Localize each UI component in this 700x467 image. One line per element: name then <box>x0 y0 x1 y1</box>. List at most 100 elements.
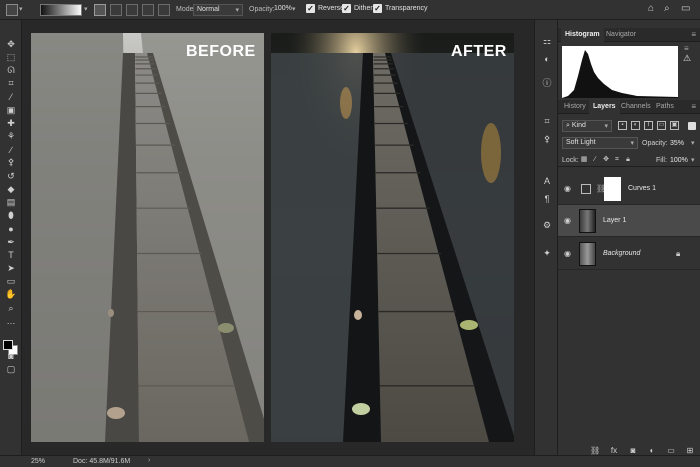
foreground-color-swatch[interactable] <box>3 340 13 350</box>
tab-channels[interactable]: Channels <box>617 100 655 114</box>
chevron-down-icon[interactable]: ▾ <box>292 5 296 13</box>
layer-kind-select[interactable]: ⌕ Kind ▾ <box>562 120 612 132</box>
blur-tool-icon[interactable]: ⬮ <box>4 210 18 222</box>
dodge-tool-icon[interactable]: ● <box>4 223 18 235</box>
histogram-menu-icon[interactable]: ≡ <box>684 44 689 53</box>
gradient-radial-icon[interactable] <box>110 4 122 16</box>
search-icon[interactable]: ⌕ <box>664 3 670 14</box>
visibility-eye-icon[interactable]: ◉ <box>564 184 571 193</box>
layer-name[interactable]: Background <box>603 250 640 257</box>
gradient-diamond-icon[interactable] <box>158 4 170 16</box>
quick-mask-icon[interactable]: ◙ <box>4 350 18 362</box>
lock-label: Lock: <box>562 157 579 164</box>
pixel-filter-icon[interactable]: ▪ <box>618 121 627 130</box>
crop-tool-icon[interactable]: ⌗ <box>4 78 18 90</box>
new-group-icon[interactable]: ▭ <box>666 446 676 455</box>
layer-opacity-input[interactable]: 35% <box>670 140 684 147</box>
new-adjustment-icon[interactable]: ◐ <box>647 446 657 455</box>
tab-history[interactable]: History <box>560 100 590 114</box>
eyedropper-tool-icon[interactable]: ⁄ <box>4 91 18 103</box>
path-select-icon[interactable]: ➤ <box>4 262 18 274</box>
transparency-checkbox[interactable]: ✓ Transparency <box>373 4 428 13</box>
paragraph-icon[interactable]: ¶ <box>540 194 554 206</box>
zoom-level[interactable]: 25% <box>31 458 45 465</box>
dither-checkbox[interactable]: ✓ Dither <box>342 4 373 13</box>
fx-icon[interactable]: fx <box>609 446 619 455</box>
add-mask-icon[interactable]: ◙ <box>628 446 638 455</box>
tab-paths[interactable]: Paths <box>652 100 678 114</box>
warning-icon[interactable]: ⚠ <box>683 53 691 64</box>
gradient-reflected-icon[interactable] <box>142 4 154 16</box>
learn-icon[interactable]: ✦ <box>540 248 554 260</box>
lock-pixels-icon[interactable]: ∕ <box>591 156 599 164</box>
gradient-linear-icon[interactable] <box>94 4 106 16</box>
mode-select[interactable]: Normal ▾ <box>193 4 243 16</box>
gradient-picker[interactable] <box>40 4 82 16</box>
filter-toggle[interactable] <box>688 122 696 130</box>
fill-input[interactable]: 100% <box>670 157 688 164</box>
layer-name[interactable]: Curves 1 <box>628 185 656 192</box>
kind-label: Kind <box>571 122 586 129</box>
panel-icon-strip: ⚏ ◐ ⓘ ⌗ ⚴ A ¶ ⚙ ✦ <box>534 20 558 455</box>
info-icon[interactable]: ⓘ <box>540 76 554 88</box>
screen-mode-icon[interactable]: ▢ <box>4 364 18 376</box>
adjustments-icon[interactable]: ◐ <box>540 54 554 66</box>
lasso-tool-icon[interactable]: ᘏ <box>4 64 18 76</box>
lock-all-icon[interactable]: 🔒︎ <box>624 156 632 164</box>
smart-object-filter-icon[interactable]: ▣ <box>670 121 679 130</box>
shape-tool-icon[interactable]: ▭ <box>4 276 18 288</box>
chevron-down-icon[interactable]: ▾ <box>84 5 88 13</box>
layer-row-background[interactable]: ◉ Background 🔒︎ <box>558 238 700 270</box>
shape-filter-icon[interactable]: ▭ <box>657 121 666 130</box>
more-tools-icon[interactable]: … <box>4 315 18 327</box>
lock-position-icon[interactable]: ✥ <box>602 156 610 164</box>
tab-navigator[interactable]: Navigator <box>602 28 640 42</box>
move-tool-icon[interactable]: ✥ <box>4 38 18 50</box>
brush-settings-icon[interactable]: ⌗ <box>540 116 554 128</box>
adjustment-filter-icon[interactable]: ◐ <box>631 121 640 130</box>
character-icon[interactable]: A <box>540 176 554 188</box>
properties-icon[interactable]: ⚙ <box>540 220 554 232</box>
frame-tool-icon[interactable]: ▣ <box>4 104 18 116</box>
lock-artboard-icon[interactable]: ⌗ <box>613 156 621 164</box>
layer-row-layer1[interactable]: ◉ Layer 1 <box>558 205 700 237</box>
type-filter-icon[interactable]: T <box>644 121 653 130</box>
clone-source-icon[interactable]: ⚴ <box>540 134 554 146</box>
type-tool-icon[interactable]: T <box>4 249 18 261</box>
layer-name[interactable]: Layer 1 <box>603 217 626 224</box>
gradient-tool-icon[interactable]: ▤ <box>4 196 18 208</box>
marquee-tool-icon[interactable]: ⬚ <box>4 51 18 63</box>
chevron-right-icon[interactable]: › <box>148 457 150 464</box>
tab-layers[interactable]: Layers <box>589 100 620 114</box>
chevron-down-icon[interactable]: ▾ <box>691 139 695 147</box>
layer-row-curves[interactable]: ◉ ⛓ Curves 1 <box>558 173 700 205</box>
panel-menu-icon[interactable]: ≡ <box>691 30 696 39</box>
tab-histogram[interactable]: Histogram <box>561 28 604 42</box>
lock-transparency-icon[interactable]: ▦ <box>580 156 588 164</box>
reverse-checkbox[interactable]: ✓ Reverse <box>306 4 344 13</box>
brush-tool-icon[interactable]: ∕ <box>4 144 18 156</box>
gradient-angle-icon[interactable] <box>126 4 138 16</box>
home-icon[interactable]: ⌂ <box>648 3 654 14</box>
new-layer-icon[interactable]: ⊞ <box>685 446 695 455</box>
history-brush-icon[interactable]: ↺ <box>4 170 18 182</box>
libraries-icon[interactable]: ⚏ <box>540 36 554 48</box>
hand-tool-icon[interactable]: ✋ <box>4 289 18 301</box>
visibility-eye-icon[interactable]: ◉ <box>564 249 571 258</box>
chevron-down-icon[interactable]: ▾ <box>691 156 695 164</box>
tool-preset-icon[interactable] <box>6 4 18 16</box>
visibility-eye-icon[interactable]: ◉ <box>564 216 571 225</box>
link-layers-icon[interactable]: ⛓ <box>590 446 600 455</box>
chevron-down-icon[interactable]: ▾ <box>19 5 23 13</box>
blend-mode-select[interactable]: Soft Light ▾ <box>562 137 638 149</box>
panel-menu-icon[interactable]: ≡ <box>691 102 696 111</box>
zoom-tool-icon[interactable]: ⌕ <box>4 302 18 314</box>
layer-mask-thumbnail[interactable] <box>604 177 621 201</box>
healing-brush-icon[interactable]: ✚ <box>4 117 18 129</box>
quick-select-icon[interactable]: ⚘ <box>4 130 18 142</box>
clone-stamp-icon[interactable]: ⚴ <box>4 157 18 169</box>
eraser-tool-icon[interactable]: ◆ <box>4 183 18 195</box>
document-canvas[interactable]: BEFORE AFTER <box>22 20 534 455</box>
workspace-icon[interactable]: ▭ <box>681 3 690 14</box>
pen-tool-icon[interactable]: ✒ <box>4 236 18 248</box>
